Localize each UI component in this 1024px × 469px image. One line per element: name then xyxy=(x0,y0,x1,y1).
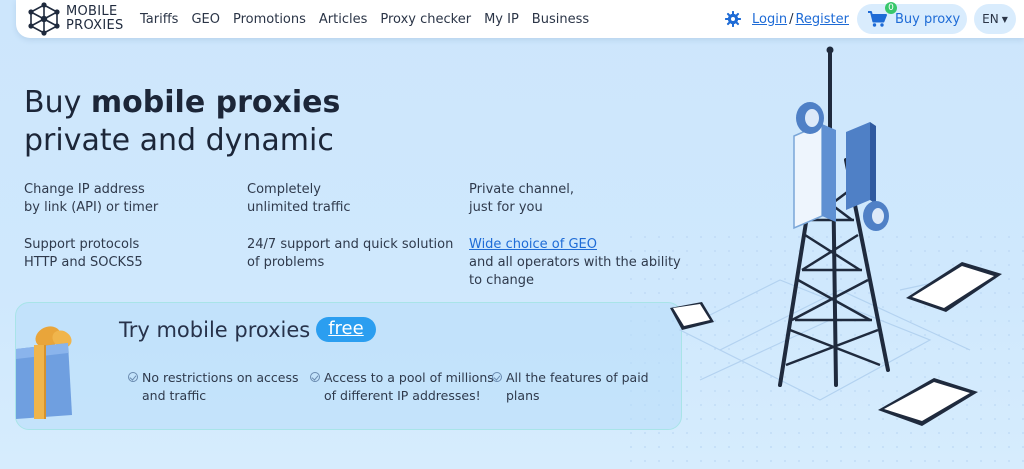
feature-line: Change IP address xyxy=(24,182,145,197)
nav-business[interactable]: Business xyxy=(532,12,589,27)
cell-tower-illustration xyxy=(670,46,1002,426)
promo-item-line: No restrictions on access xyxy=(142,370,299,385)
title-word-plain: Buy xyxy=(24,85,82,120)
page: MOBILE PROXIES Tariffs GEO Promotions Ar… xyxy=(0,0,1024,469)
nav-my-ip[interactable]: My IP xyxy=(484,12,519,27)
gear-icon[interactable] xyxy=(724,10,742,28)
auth-separator: / xyxy=(789,11,794,27)
smartphone-icon xyxy=(670,302,714,330)
main-nav: Tariffs GEO Promotions Articles Proxy ch… xyxy=(140,12,602,27)
feature-line: 24/7 support and quick solution xyxy=(247,237,454,252)
free-link[interactable]: free xyxy=(316,317,376,342)
feature-private-channel: Private channel, just for you xyxy=(469,181,574,217)
auth-links: Login / Register xyxy=(752,12,849,27)
page-title: Buy mobile proxies private and dynamic xyxy=(24,84,340,160)
feature-line: unlimited traffic xyxy=(247,200,351,215)
feature-line: by link (API) or timer xyxy=(24,200,159,215)
promo-item: No restrictions on access and traffic xyxy=(128,369,299,405)
promo-title: Try mobile proxies free xyxy=(119,317,376,342)
brand-line-2: PROXIES xyxy=(66,18,124,33)
free-trial-banner: Try mobile proxies free No restrictions … xyxy=(15,302,682,430)
feature-line: Private channel, xyxy=(469,182,575,197)
chevron-down-icon: ▼ xyxy=(1001,14,1008,24)
title-line-2: private and dynamic xyxy=(24,123,334,158)
feature-line: Completely xyxy=(247,182,321,197)
feature-protocols: Support protocols HTTP and SOCKS5 xyxy=(24,236,143,272)
check-circle-icon xyxy=(128,372,138,382)
feature-support: 24/7 support and quick solution of probl… xyxy=(247,236,453,272)
feature-change-ip: Change IP address by link (API) or timer xyxy=(24,181,158,217)
header-actions: Login / Register 0 Buy proxy EN ▼ xyxy=(724,0,1024,38)
buy-proxy-button[interactable]: 0 Buy proxy xyxy=(857,2,967,34)
feature-line: Support protocols xyxy=(24,237,140,252)
promo-item-line: of different IP addresses! xyxy=(324,388,481,403)
promo-item-line: plans xyxy=(506,388,540,403)
promo-item: Access to a pool of millions of differen… xyxy=(310,369,494,405)
nav-proxy-checker[interactable]: Proxy checker xyxy=(380,12,471,27)
promo-item-line: and traffic xyxy=(142,388,207,403)
smartphone-icon xyxy=(906,262,1002,312)
network-logo-icon xyxy=(28,2,60,36)
promo-item: All the features of paid plans xyxy=(492,369,649,405)
brand-logo[interactable]: MOBILE PROXIES xyxy=(26,2,138,36)
cart-count-badge: 0 xyxy=(885,2,897,14)
promo-item-line: All the features of paid xyxy=(506,370,649,385)
nav-promotions[interactable]: Promotions xyxy=(233,12,306,27)
buy-proxy-label: Buy proxy xyxy=(895,11,961,27)
nav-tariffs[interactable]: Tariffs xyxy=(140,12,178,27)
check-circle-icon xyxy=(492,372,502,382)
nav-geo[interactable]: GEO xyxy=(191,12,220,27)
login-link[interactable]: Login xyxy=(752,12,787,27)
gift-box-icon xyxy=(16,326,72,419)
language-selector[interactable]: EN ▼ xyxy=(974,4,1016,34)
smartphone-icon xyxy=(878,378,978,426)
promo-title-text: Try mobile proxies xyxy=(119,317,311,342)
promo-item-line: Access to a pool of millions xyxy=(324,370,494,385)
brand-name: MOBILE PROXIES xyxy=(66,5,124,33)
top-nav-bar: MOBILE PROXIES Tariffs GEO Promotions Ar… xyxy=(16,0,1024,38)
register-link[interactable]: Register xyxy=(795,12,849,27)
check-circle-icon xyxy=(310,372,320,382)
feature-line: just for you xyxy=(469,200,543,215)
cart-icon xyxy=(868,11,887,27)
brand-line-1: MOBILE xyxy=(66,4,118,19)
nav-articles[interactable]: Articles xyxy=(319,12,367,27)
feature-unlimited-traffic: Completely unlimited traffic xyxy=(247,181,351,217)
language-code: EN xyxy=(982,12,999,26)
geo-choice-link[interactable]: Wide choice of GEO xyxy=(469,237,597,252)
title-bold: mobile proxies xyxy=(90,85,341,120)
feature-line: of problems xyxy=(247,255,325,270)
feature-line: HTTP and SOCKS5 xyxy=(24,255,143,270)
